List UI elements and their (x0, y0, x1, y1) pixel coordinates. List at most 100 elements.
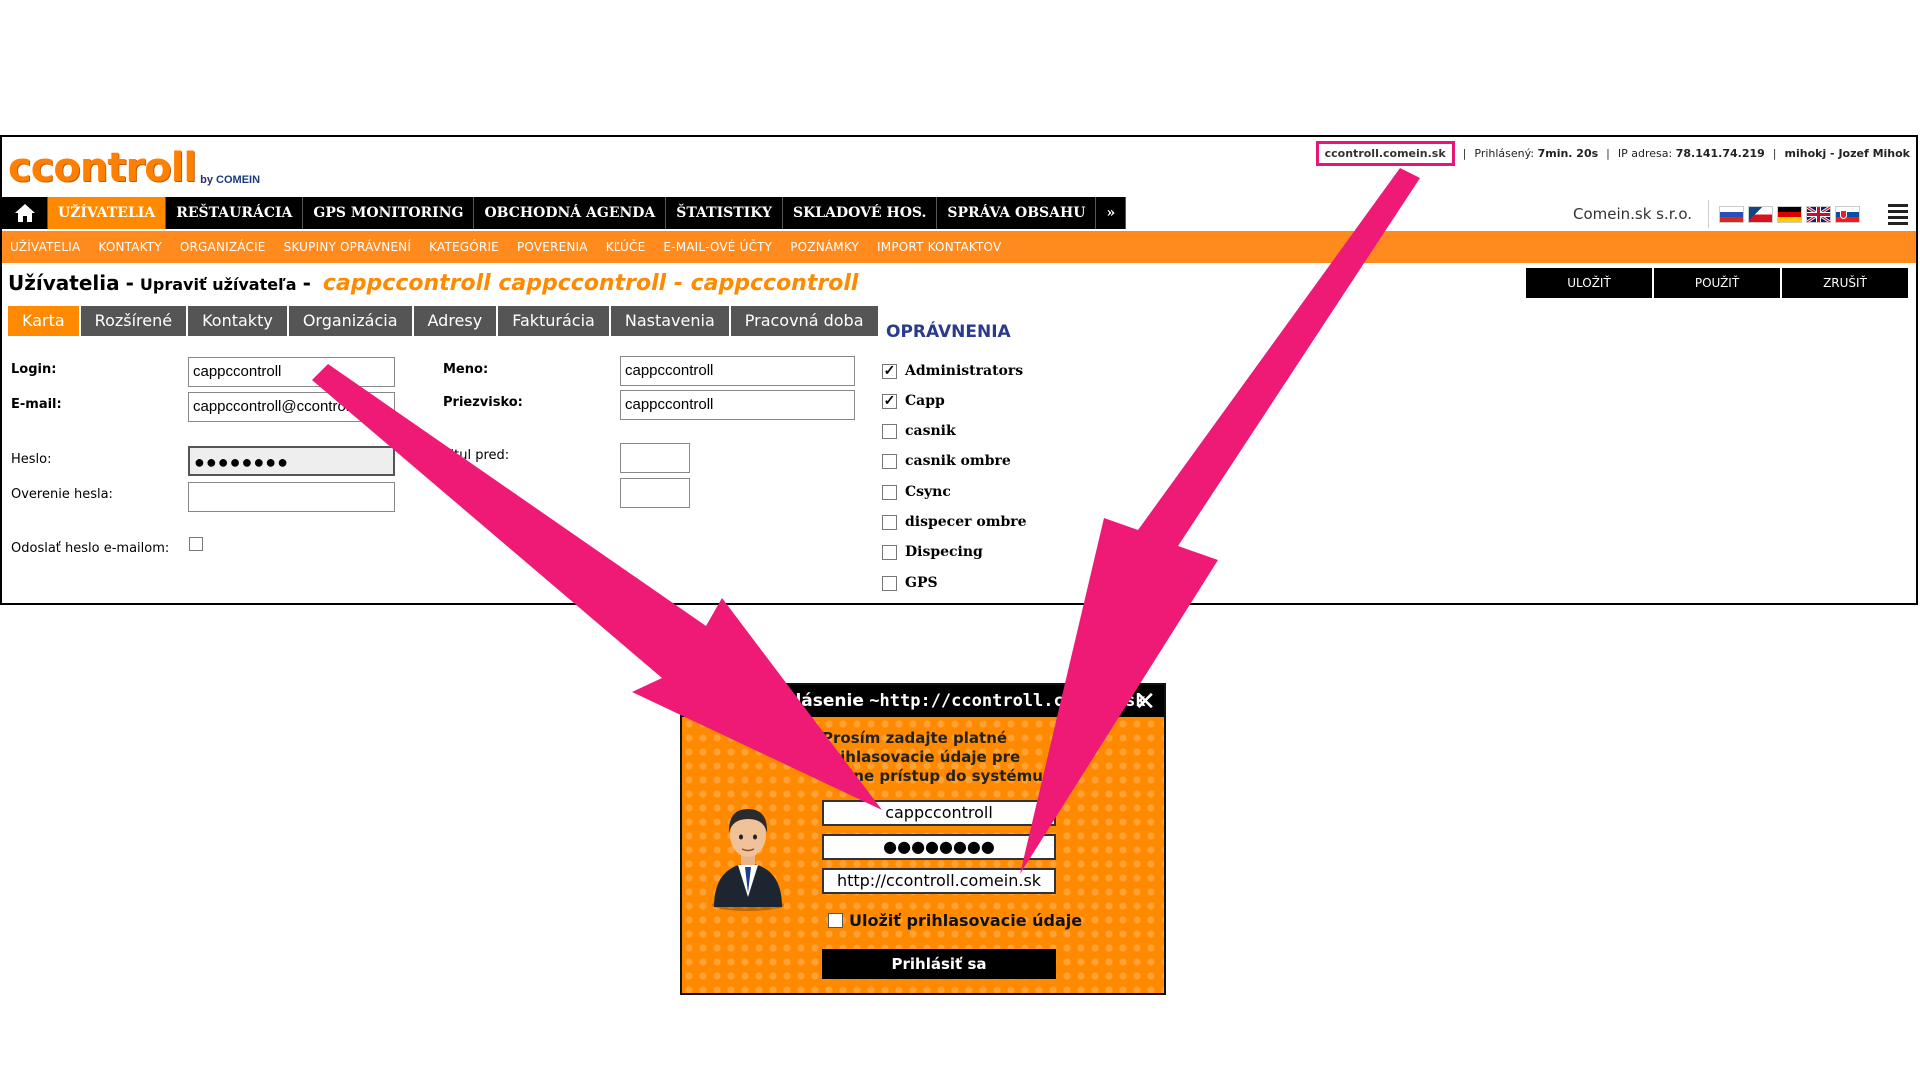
logged-value: 7min. 20s (1537, 147, 1599, 160)
subnav-authorizations[interactable]: POVERENIA (517, 240, 588, 254)
nav-content[interactable]: SPRÁVA OBSAHU (937, 197, 1097, 229)
title-before-input[interactable] (620, 443, 690, 473)
permission-administrators[interactable]: ✓ Administrators (882, 363, 1023, 379)
nav-more[interactable]: » (1096, 197, 1127, 229)
action-buttons: ULOŽIŤ POUŽIŤ ZRUŠIŤ (1526, 268, 1908, 298)
first-name-label: Meno: (443, 362, 489, 377)
title-username: cappccontroll cappccontroll - cappccontr… (322, 271, 859, 296)
title-after-input[interactable] (620, 478, 690, 508)
password-label: Heslo: (11, 452, 52, 467)
subnav-permission-groups[interactable]: SKUPINY OPRÁVNENÍ (284, 240, 412, 254)
de-flag-icon[interactable] (1777, 205, 1802, 223)
user-name[interactable]: mihokj - Jozef Mihok (1785, 147, 1910, 160)
nav-warehouse[interactable]: SKLADOVÉ HOS. (783, 197, 938, 229)
subnav-contacts[interactable]: KONTAKTY (98, 240, 161, 254)
dialog-username-input[interactable]: cappccontroll (822, 800, 1056, 826)
send-password-label: Odoslať heslo e-mailom: (11, 541, 170, 556)
permission-dispecing[interactable]: Dispecing (882, 544, 983, 560)
tab-settings[interactable]: Nastavenia (610, 306, 729, 336)
dialog-password-input[interactable]: ●●●●●●●● (822, 834, 1056, 860)
tab-card[interactable]: Karta (8, 306, 79, 336)
tab-contacts[interactable]: Kontakty (188, 306, 287, 336)
permission-csync[interactable]: Csync (882, 484, 951, 500)
logo-brand: COMEIN (216, 174, 261, 186)
permission-checkbox[interactable] (882, 544, 897, 560)
nav-users[interactable]: UŽÍVATELIA (48, 197, 167, 229)
ru-flag-icon[interactable] (1719, 205, 1744, 223)
subnav-import-contacts[interactable]: IMPORT KONTAKTOV (877, 240, 1001, 254)
permission-casnik[interactable]: casnik (882, 423, 956, 439)
ccontroll-logo[interactable]: ccontroll by COMEIN (8, 144, 260, 188)
permission-label: Administrators (905, 363, 1024, 379)
dialog-title-bar: C Prihlásenie ~http://ccontroll.comein.s… (682, 685, 1164, 717)
email-label: E-mail: (11, 397, 62, 412)
subnav-users[interactable]: UŽÍVATELIA (10, 240, 80, 254)
tab-addresses[interactable]: Adresy (413, 306, 497, 336)
cancel-button[interactable]: ZRUŠIŤ (1782, 268, 1908, 298)
last-name-input[interactable]: cappccontroll (620, 390, 855, 420)
apply-button[interactable]: POUŽIŤ (1654, 268, 1780, 298)
tab-extended[interactable]: Rozšírené (80, 306, 187, 336)
subnav-organizations[interactable]: ORGANIZÁCIE (180, 240, 266, 254)
permission-checkbox[interactable]: ✓ (882, 393, 897, 409)
permission-checkbox[interactable] (882, 453, 897, 469)
subnav-categories[interactable]: KATEGÓRIE (429, 240, 499, 254)
language-flags (1708, 200, 1860, 228)
permission-label: dispecer ombre (905, 514, 1027, 530)
first-name-input[interactable]: cappccontroll (620, 356, 855, 386)
ip-value: 78.141.74.219 (1675, 147, 1765, 160)
logo-byline: by COMEIN (200, 174, 260, 186)
top-right-area: Comein.sk s.r.o. (1573, 199, 1908, 229)
login-input[interactable]: cappccontroll (188, 357, 395, 387)
permission-label: Capp (905, 393, 945, 409)
password-verify-input[interactable] (188, 482, 395, 512)
save-button[interactable]: ULOŽIŤ (1526, 268, 1652, 298)
app-window: ccontroll by COMEIN ccontroll.comein.sk … (0, 135, 1918, 605)
password-verify-label: Overenie hesla: (11, 487, 113, 502)
permission-dispecer-ombre[interactable]: dispecer ombre (882, 514, 1027, 530)
tab-invoicing[interactable]: Fakturácia (498, 306, 609, 336)
menu-icon[interactable] (1888, 203, 1908, 225)
password-input[interactable]: ●●●●●●●● (188, 446, 395, 476)
dialog-server-input[interactable]: http://ccontroll.comein.sk (822, 868, 1056, 894)
dialog-title: Prihlásenie (756, 691, 864, 711)
permission-checkbox[interactable] (882, 575, 897, 591)
permission-casnik-ombre[interactable]: casnik ombre (882, 453, 1011, 469)
subnav-keys[interactable]: KĽÚČE (606, 240, 646, 254)
ip-label: IP adresa: (1617, 147, 1673, 160)
permission-checkbox[interactable]: ✓ (882, 363, 897, 379)
tab-organization[interactable]: Organizácia (288, 306, 412, 336)
nav-gps[interactable]: GPS MONITORING (303, 197, 475, 229)
permission-gps[interactable]: GPS (882, 575, 938, 591)
send-password-checkbox[interactable] (189, 537, 203, 551)
uk-flag-icon[interactable] (1806, 205, 1831, 223)
dialog-title-url: ~http://ccontroll.comein.sk (869, 691, 1146, 711)
login-label: Login: (11, 362, 57, 377)
session-bar: ccontroll.comein.sk | Prihlásený: 7min. … (1315, 141, 1910, 166)
close-icon[interactable]: ✕ (1134, 688, 1156, 714)
permission-checkbox[interactable] (882, 514, 897, 530)
nav-business[interactable]: OBCHODNÁ AGENDA (474, 197, 667, 229)
permission-checkbox[interactable] (882, 484, 897, 500)
remember-credentials[interactable]: Uložiť prihlasovacie údaje (828, 911, 1082, 930)
subnav-email-accounts[interactable]: E-MAIL-OVÉ ÚČTY (663, 240, 772, 254)
login-button[interactable]: Prihlásiť sa (822, 949, 1056, 979)
nav-restaurant[interactable]: REŠTAURÁCIA (166, 197, 304, 229)
home-icon[interactable] (2, 197, 48, 229)
remember-checkbox[interactable] (828, 913, 843, 928)
dialog-message: Prosím zadajte platné prihlasovacie údaj… (822, 729, 1043, 785)
nav-statistics[interactable]: ŠTATISTIKY (666, 197, 783, 229)
permission-label: casnik (905, 423, 956, 439)
cz-flag-icon[interactable] (1748, 205, 1773, 223)
subnav-notes[interactable]: POZNÁMKY (790, 240, 859, 254)
permission-checkbox[interactable] (882, 423, 897, 439)
sk-flag-icon[interactable] (1835, 205, 1860, 223)
permissions-title: OPRÁVNENIA (886, 322, 1011, 342)
tab-bar: Karta Rozšírené Kontakty Organizácia Adr… (8, 306, 878, 336)
email-input[interactable]: cappccontroll@ccontroll.me (188, 392, 395, 422)
permission-label: Dispecing (905, 544, 983, 560)
title-separator-2: - (302, 271, 311, 295)
permission-capp[interactable]: ✓ Capp (882, 393, 945, 409)
permission-label: Csync (905, 484, 951, 500)
tab-working-hours[interactable]: Pracovná doba (730, 306, 878, 336)
